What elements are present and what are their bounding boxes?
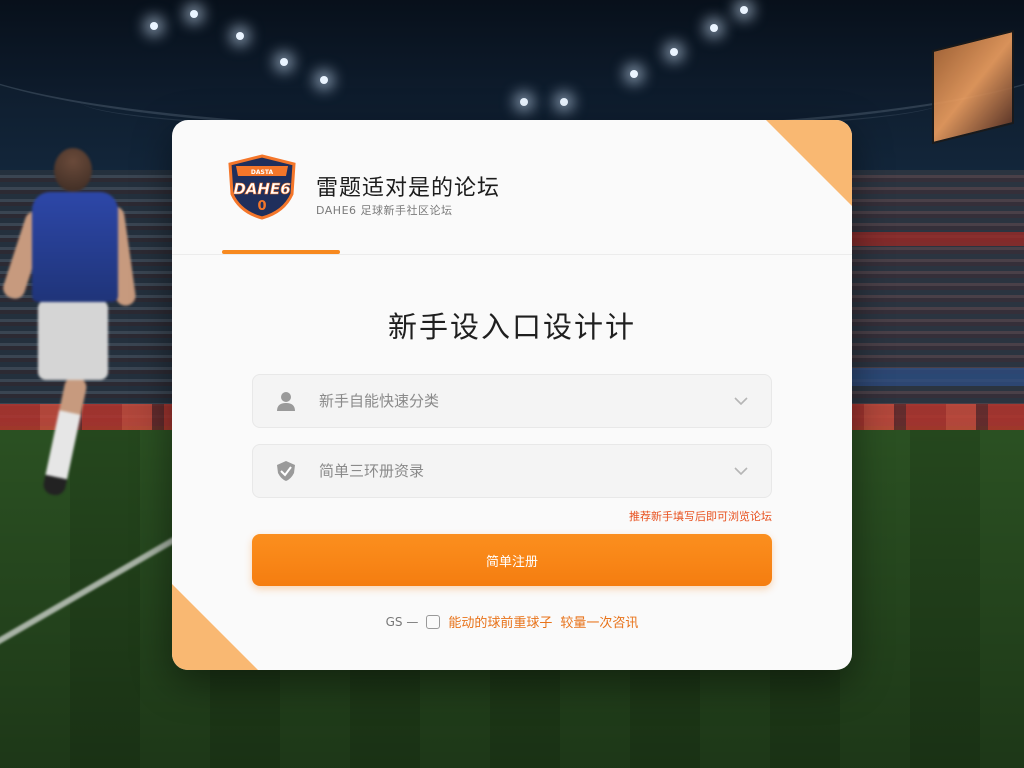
- card-footer: GS — 能动的球前重球子 较量一次咨讯: [172, 612, 852, 631]
- forum-logo: DASTA DAHE6 0: [228, 154, 296, 220]
- floodlight: [740, 6, 748, 14]
- footer-link[interactable]: 能动的球前重球子: [448, 612, 552, 631]
- stand-band: [844, 368, 1024, 386]
- stadium-screen: [932, 29, 1014, 145]
- chevron-down-icon[interactable]: [733, 393, 749, 409]
- floodlight: [630, 70, 638, 78]
- shield-check-icon: [277, 461, 295, 481]
- floodlight: [320, 76, 328, 84]
- footer-badge: GS —: [385, 614, 419, 629]
- register-input[interactable]: [317, 445, 701, 497]
- entry-card: DASTA DAHE6 0 雷题适对是的论坛 DAHE6 足球新手社区论坛 新手…: [172, 120, 852, 670]
- player-figure: [0, 140, 140, 520]
- checkbox-icon[interactable]: [426, 614, 441, 629]
- category-input[interactable]: [317, 375, 701, 427]
- ad-board: [824, 404, 1024, 430]
- category-field[interactable]: [252, 374, 772, 428]
- floodlight: [560, 98, 568, 106]
- header-accent-bar: [222, 250, 340, 254]
- floodlight: [520, 98, 528, 106]
- footer-link-secondary[interactable]: 较量一次咨讯: [560, 612, 638, 631]
- floodlight: [710, 24, 718, 32]
- page-title: 新手设入口设计计: [387, 310, 636, 344]
- svg-text:0: 0: [257, 199, 266, 214]
- register-button[interactable]: 简单注册: [252, 534, 772, 586]
- floodlight: [670, 48, 678, 56]
- stand-band: [824, 232, 1024, 246]
- floodlight: [150, 22, 158, 30]
- form-hint-link[interactable]: 推荐新手填写后即可浏览论坛: [629, 508, 772, 524]
- svg-text:DASTA: DASTA: [251, 169, 274, 176]
- register-field[interactable]: [252, 444, 772, 498]
- forum-title: 雷题适对是的论坛: [316, 176, 501, 201]
- svg-text:DAHE6: DAHE6: [233, 180, 290, 198]
- floodlight: [190, 10, 198, 18]
- floodlight: [236, 32, 244, 40]
- forum-subtitle: DAHE6 足球新手社区论坛: [316, 204, 453, 217]
- chevron-down-icon[interactable]: [733, 463, 749, 479]
- user-icon: [277, 392, 295, 411]
- card-header: DASTA DAHE6 0 雷题适对是的论坛 DAHE6 足球新手社区论坛: [172, 120, 852, 255]
- floodlight: [280, 58, 288, 66]
